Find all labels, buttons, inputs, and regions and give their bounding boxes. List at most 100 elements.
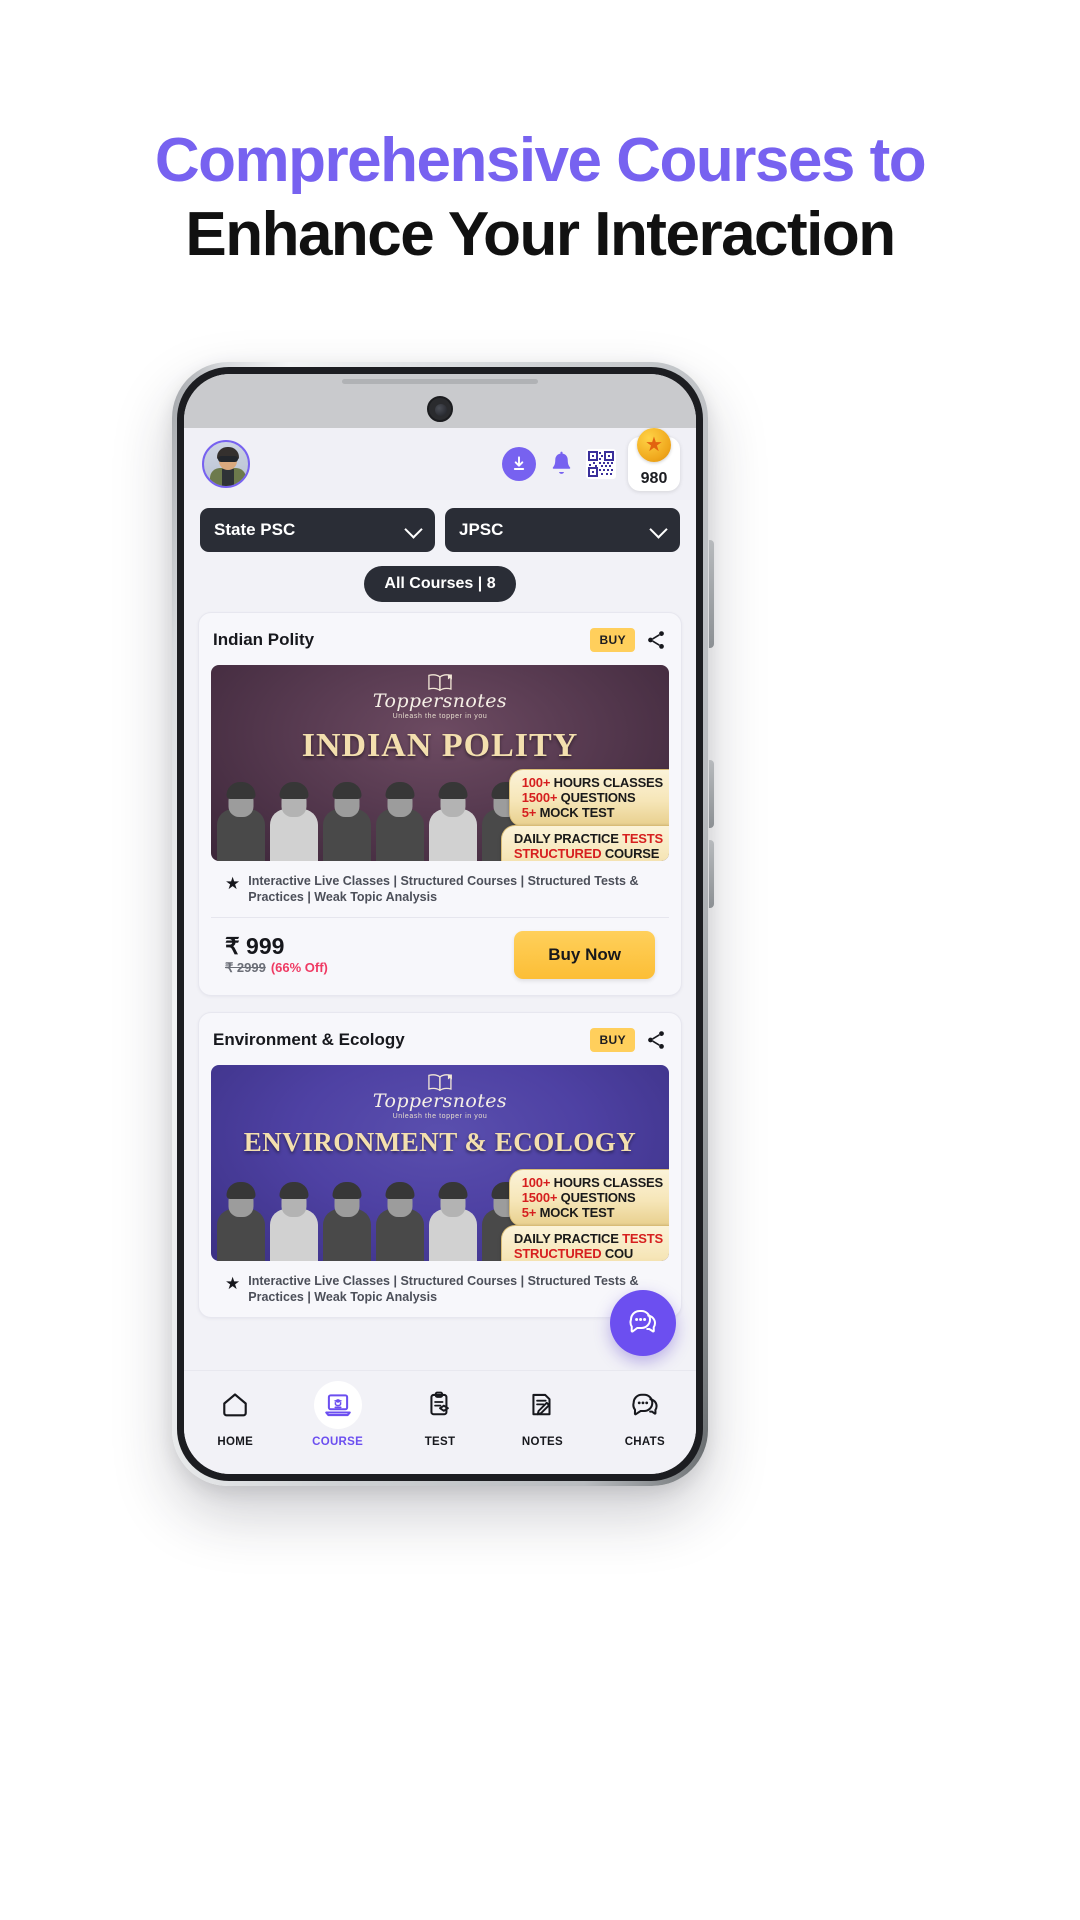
notification-button[interactable]: [546, 447, 576, 481]
coin-count: 980: [640, 470, 668, 487]
course-card-header: Indian Polity BUY: [199, 613, 681, 665]
exam-category-dropdown[interactable]: State PSC: [200, 508, 435, 552]
share-icon[interactable]: [645, 1029, 667, 1051]
callout-highlight: 5+: [521, 1205, 537, 1221]
callout-highlight: 1500+: [521, 1190, 558, 1206]
buy-badge[interactable]: BUY: [590, 628, 635, 652]
callout-text: QUESTIONS: [557, 790, 636, 806]
home-icon: [223, 1393, 247, 1417]
star-icon: ★: [225, 874, 241, 893]
bell-icon: [552, 451, 570, 474]
callout-text: COURSE: [601, 846, 660, 861]
course-title: Indian Polity: [213, 630, 315, 649]
chat-bubbles-icon: [629, 1310, 656, 1333]
phone-speaker: [342, 379, 538, 384]
promo-headline: Comprehensive Courses to Enhance Your In…: [0, 126, 1080, 274]
nav-item-home[interactable]: HOME: [184, 1381, 286, 1448]
chat-fab-button[interactable]: [610, 1290, 676, 1356]
phone-volume-button: [709, 540, 714, 648]
all-courses-chip-wrap: All Courses | 8: [184, 552, 696, 612]
banner-callout-secondary: DAILY PRACTICE TESTS STRUCTURED COURSE W…: [500, 825, 669, 861]
phone-power-button: [709, 760, 714, 828]
course-price-sub: ₹ 2999 (66% Off): [225, 960, 328, 976]
callout-highlight: 100+: [521, 775, 551, 790]
brand-tagline: Unleash the topper in you: [392, 1113, 488, 1120]
course-discount: (66% Off): [270, 960, 328, 976]
phone-mockup: ★ 980 State PSC JPSC All Courses | 8 Ind…: [172, 362, 714, 1486]
all-courses-chip[interactable]: All Courses | 8: [364, 566, 516, 602]
brand-logo: Toppersnotes Unleash the topper in you: [373, 1073, 507, 1120]
qr-code-icon: [588, 451, 614, 477]
chevron-down-icon: [406, 526, 421, 535]
clipboard-check-icon: [430, 1391, 449, 1416]
banner-callout-primary: 100+ HOURS CLASSES 1500+ QUESTIONS 5+ MO…: [508, 1169, 669, 1227]
course-price: ₹ 999: [225, 932, 285, 959]
qr-scan-button[interactable]: [586, 449, 616, 479]
nav-label: CHATS: [624, 1436, 665, 1448]
nav-item-course[interactable]: COURSE: [286, 1381, 388, 1448]
course-banner: Toppersnotes Unleash the topper in you I…: [211, 665, 669, 861]
callout-text: HOURS CLASSES: [550, 1175, 664, 1190]
open-book-icon: [425, 1073, 455, 1092]
callout-text: MOCK TEST: [536, 805, 615, 821]
chat-bubble-icon: [632, 1393, 658, 1416]
filter-row: State PSC JPSC: [184, 500, 696, 552]
nav-label: NOTES: [521, 1436, 563, 1448]
buy-badge[interactable]: BUY: [590, 1028, 635, 1052]
callout-highlight: 100+: [521, 1175, 551, 1190]
callout-highlight: 1500+: [521, 790, 558, 806]
callout-highlight: STRUCTURED: [513, 1246, 602, 1261]
app-header: ★ 980: [184, 428, 696, 500]
callout-highlight: STRUCTURED: [513, 846, 602, 861]
course-features-text: Interactive Live Classes | Structured Co…: [248, 1274, 639, 1304]
course-old-price: ₹ 2999: [225, 960, 266, 976]
banner-title: ENVIRONMENT & ECOLOGY: [243, 1127, 637, 1157]
star-icon: ★: [225, 1274, 241, 1293]
nav-label: TEST: [424, 1436, 456, 1448]
banner-title: INDIAN POLITY: [301, 727, 579, 764]
callout-highlight: TESTS: [622, 831, 663, 846]
promo-headline-line1: Comprehensive Courses to: [154, 126, 927, 195]
download-button[interactable]: [502, 447, 536, 481]
callout-text: COU: [601, 1246, 634, 1261]
callout-highlight: 5+: [521, 805, 537, 821]
nav-item-chats[interactable]: CHATS: [594, 1381, 696, 1448]
buy-now-button[interactable]: Buy Now: [514, 931, 655, 979]
avatar[interactable]: [202, 440, 250, 488]
callout-text: QUESTIONS: [557, 1190, 636, 1206]
nav-label: HOME: [217, 1436, 254, 1448]
bottom-navigation: HOME COURSE TEST NOTES CHATS: [184, 1370, 696, 1474]
chevron-down-icon: [651, 526, 666, 535]
course-card[interactable]: Indian Polity BUY Toppersnotes Unleash t…: [198, 612, 682, 996]
brand-name: Toppersnotes: [372, 1090, 508, 1112]
phone-status-strip: [184, 374, 696, 428]
download-icon: [513, 456, 525, 470]
banner-callout-secondary: DAILY PRACTICE TESTS STRUCTURED COU WEAK…: [500, 1225, 669, 1261]
nav-item-test[interactable]: TEST: [389, 1381, 491, 1448]
banner-callout-primary: 100+ HOURS CLASSES 1500+ QUESTIONS 5+ MO…: [508, 769, 669, 827]
callout-highlight: TESTS: [622, 1231, 663, 1246]
exam-name-dropdown[interactable]: JPSC: [445, 508, 680, 552]
open-book-icon: [425, 673, 455, 692]
phone-secondary-button: [709, 840, 714, 908]
price-block: ₹ 999 ₹ 2999 (66% Off): [225, 934, 328, 976]
exam-category-value: State PSC: [214, 520, 296, 539]
note-pencil-icon: [532, 1393, 551, 1416]
course-features: ★ Interactive Live Classes | Structured …: [211, 861, 669, 918]
course-list: Indian Polity BUY Toppersnotes Unleash t…: [184, 612, 696, 1318]
laptop-graduation-icon: [324, 1394, 351, 1417]
callout-text: MOCK TEST: [536, 1205, 615, 1221]
course-card[interactable]: Environment & Ecology BUY Toppersnotes U…: [198, 1012, 682, 1318]
nav-label: COURSE: [312, 1436, 364, 1448]
share-icon[interactable]: [645, 629, 667, 651]
brand-tagline: Unleash the topper in you: [392, 713, 488, 720]
course-features-text: Interactive Live Classes | Structured Co…: [248, 874, 639, 904]
course-price-row: ₹ 999 ₹ 2999 (66% Off) Buy Now: [211, 918, 669, 995]
coin-balance-badge[interactable]: ★ 980: [628, 428, 680, 491]
exam-name-value: JPSC: [459, 520, 504, 539]
nav-item-notes[interactable]: NOTES: [491, 1381, 593, 1448]
course-card-header: Environment & Ecology BUY: [199, 1013, 681, 1065]
brand-logo: Toppersnotes Unleash the topper in you: [373, 673, 507, 720]
phone-screen: ★ 980 State PSC JPSC All Courses | 8 Ind…: [184, 374, 696, 1474]
callout-text: DAILY PRACTICE: [513, 831, 623, 846]
